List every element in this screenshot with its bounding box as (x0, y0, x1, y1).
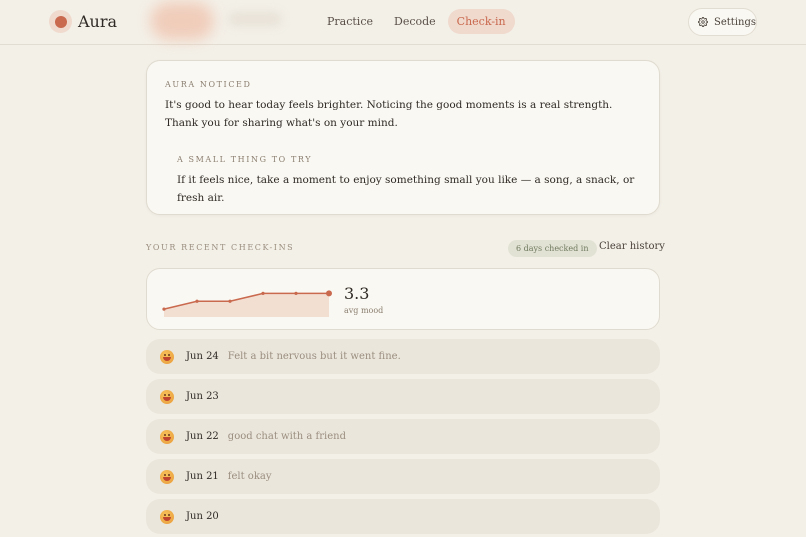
nav-decode[interactable]: Decode (385, 9, 445, 34)
blurred-decoration (150, 2, 214, 40)
gear-icon (698, 16, 709, 28)
nav-check-in[interactable]: Check-in (447, 9, 515, 34)
noticed-eyebrow: AURA NOTICED (165, 80, 252, 89)
checkin-entry[interactable]: Jun 22 good chat with a friend (146, 419, 660, 454)
checkin-date: Jun 23 (186, 391, 219, 402)
mood-summary-card: 3.3 avg mood (146, 268, 660, 330)
checkin-entry[interactable]: Jun 24 Felt a bit nervous but it went fi… (146, 339, 660, 374)
checkin-note: Felt a bit nervous but it went fine. (227, 351, 401, 362)
mood-point (294, 291, 298, 295)
checkin-entry[interactable]: Jun 21 felt okay (146, 459, 660, 494)
checkin-note: felt okay (227, 471, 272, 482)
recent-checkins-title: YOUR RECENT CHECK-INS (146, 243, 295, 252)
mood-point (195, 299, 199, 303)
mood-point (326, 290, 332, 297)
checkin-date: Jun 24 (186, 351, 219, 362)
noticed-text: It's good to hear today feels brighter. … (165, 99, 613, 129)
settings-label: Settings (714, 16, 756, 28)
settings-button[interactable]: Settings (688, 8, 757, 36)
checkin-date: Jun 21 (186, 471, 219, 482)
mood-point (162, 307, 166, 311)
mood-point (228, 299, 232, 303)
aura-noticed-card: AURA NOTICED It's good to hear today fee… (146, 60, 660, 215)
checkin-date: Jun 22 (186, 431, 219, 442)
mood-point (261, 291, 265, 295)
nav-practice[interactable]: Practice (318, 9, 382, 34)
logo-mark-icon (49, 10, 72, 33)
avg-mood-label: avg mood (344, 306, 384, 315)
top-bar: Aura Practice Decode Check-in Settings (0, 0, 806, 45)
smiley-face-icon (160, 389, 174, 404)
checkin-entry[interactable]: Jun 23 (146, 379, 660, 414)
mood-trend-chart (162, 290, 332, 317)
smiley-face-icon (160, 429, 174, 444)
checkin-note: good chat with a friend (227, 431, 346, 442)
days-checked-in-badge: 6 days checked in (508, 240, 597, 257)
clear-history-button[interactable]: Clear history (599, 241, 665, 252)
try-eyebrow: A SMALL THING TO TRY (177, 155, 313, 164)
checkin-entry[interactable]: Jun 20 (146, 499, 660, 534)
main-nav: Practice Decode Check-in (318, 9, 518, 34)
try-text: If it feels nice, take a moment to enjoy… (177, 174, 635, 204)
app-name: Aura (78, 12, 118, 31)
smiley-face-icon (160, 349, 174, 364)
blurred-decoration-secondary (228, 12, 282, 26)
avg-mood-value: 3.3 (344, 284, 370, 303)
checkin-date: Jun 20 (186, 511, 219, 522)
smiley-face-icon (160, 469, 174, 484)
smiley-face-icon (160, 509, 174, 524)
app-logo[interactable]: Aura (49, 10, 117, 33)
